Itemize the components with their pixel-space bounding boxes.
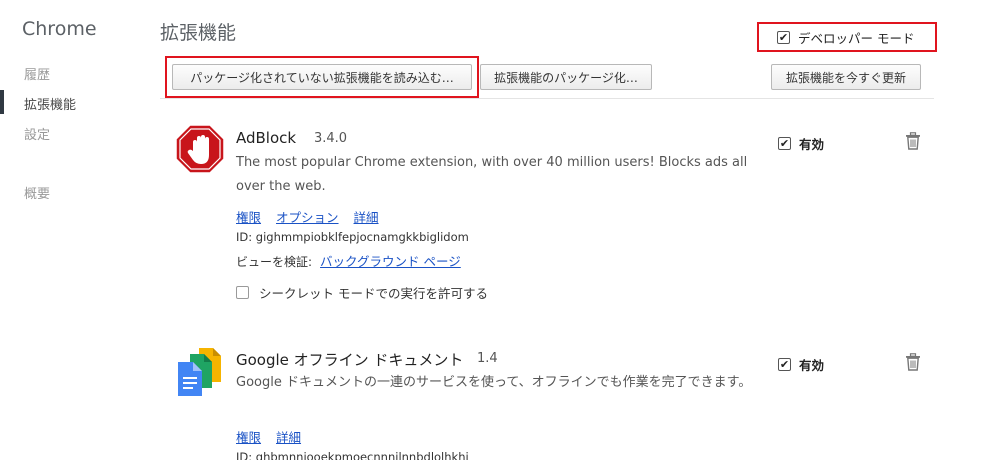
extension-name: Google オフライン ドキュメント xyxy=(236,351,464,369)
permissions-link[interactable]: 権限 xyxy=(236,207,261,226)
app-title: Chrome xyxy=(22,18,97,40)
details-link[interactable]: 詳細 xyxy=(354,207,379,226)
enabled-toggle[interactable]: ✔ 有効 xyxy=(778,355,824,374)
pack-extension-button[interactable]: 拡張機能のパッケージ化… xyxy=(480,64,652,90)
extension-id: ID: ghbmnnjooekpmoecnnnilnnbdlolhkhi xyxy=(236,450,469,460)
trash-icon[interactable] xyxy=(905,353,921,371)
stop-hand-icon xyxy=(175,124,225,174)
extension-description: The most popular Chrome extension, with … xyxy=(236,155,748,194)
options-link[interactable]: オプション xyxy=(276,207,339,226)
update-extensions-button[interactable]: 拡張機能を今すぐ更新 xyxy=(771,64,921,90)
extension-id: ID: gighmmpiobklfepjocnamgkkbiglidom xyxy=(236,230,469,244)
extension-description: Google ドキュメントの一連のサービスを使って、オフラインでも作業を完了でき… xyxy=(236,375,752,390)
sidebar-item-about[interactable]: 概要 xyxy=(24,183,50,202)
extension-name: AdBlock xyxy=(236,129,297,147)
developer-mode-label: デベロッパー モード xyxy=(798,30,915,46)
enabled-label: 有効 xyxy=(799,137,825,152)
sidebar-item-extensions[interactable]: 拡張機能 xyxy=(24,94,76,113)
enabled-checkbox[interactable]: ✔ xyxy=(778,137,791,150)
enabled-label: 有効 xyxy=(799,358,825,373)
google-docs-icon xyxy=(178,348,221,396)
enabled-toggle[interactable]: ✔ 有効 xyxy=(778,134,824,153)
background-page-link[interactable]: バックグラウンド ページ xyxy=(320,254,461,269)
extension-item-google-docs-offline: Google オフライン ドキュメント 1.4 Google ドキュメントの一連… xyxy=(160,340,940,460)
enabled-checkbox[interactable]: ✔ xyxy=(778,358,791,371)
sidebar: Chrome 履歴 拡張機能 設定 概要 xyxy=(0,0,150,460)
extension-item-adblock: AdBlock 3.4.0 The most popular Chrome ex… xyxy=(160,118,940,318)
allow-incognito-option[interactable]: シークレット モードでの実行を許可する xyxy=(236,283,488,302)
developer-mode-toggle[interactable]: ✔ デベロッパー モード xyxy=(757,22,937,52)
extension-version: 3.4.0 xyxy=(314,131,348,146)
page-title: 拡張機能 xyxy=(160,22,237,44)
toolbar-divider xyxy=(160,98,934,99)
load-unpacked-button[interactable]: パッケージ化されていない拡張機能を読み込む… xyxy=(172,64,472,90)
extension-version: 1.4 xyxy=(477,351,498,366)
details-link[interactable]: 詳細 xyxy=(276,427,301,446)
nav-selected-marker xyxy=(0,90,4,114)
permissions-link[interactable]: 権限 xyxy=(236,427,261,446)
developer-mode-checkbox[interactable]: ✔ xyxy=(777,30,790,44)
allow-incognito-label: シークレット モードでの実行を許可する xyxy=(259,286,488,301)
allow-incognito-checkbox[interactable] xyxy=(236,286,249,299)
sidebar-item-history[interactable]: 履歴 xyxy=(24,64,50,83)
sidebar-item-settings[interactable]: 設定 xyxy=(24,124,50,143)
trash-icon[interactable] xyxy=(905,132,921,150)
inspect-views-label: ビューを検証: xyxy=(236,255,313,269)
inspect-views: ビューを検証: バックグラウンド ページ xyxy=(236,251,461,270)
